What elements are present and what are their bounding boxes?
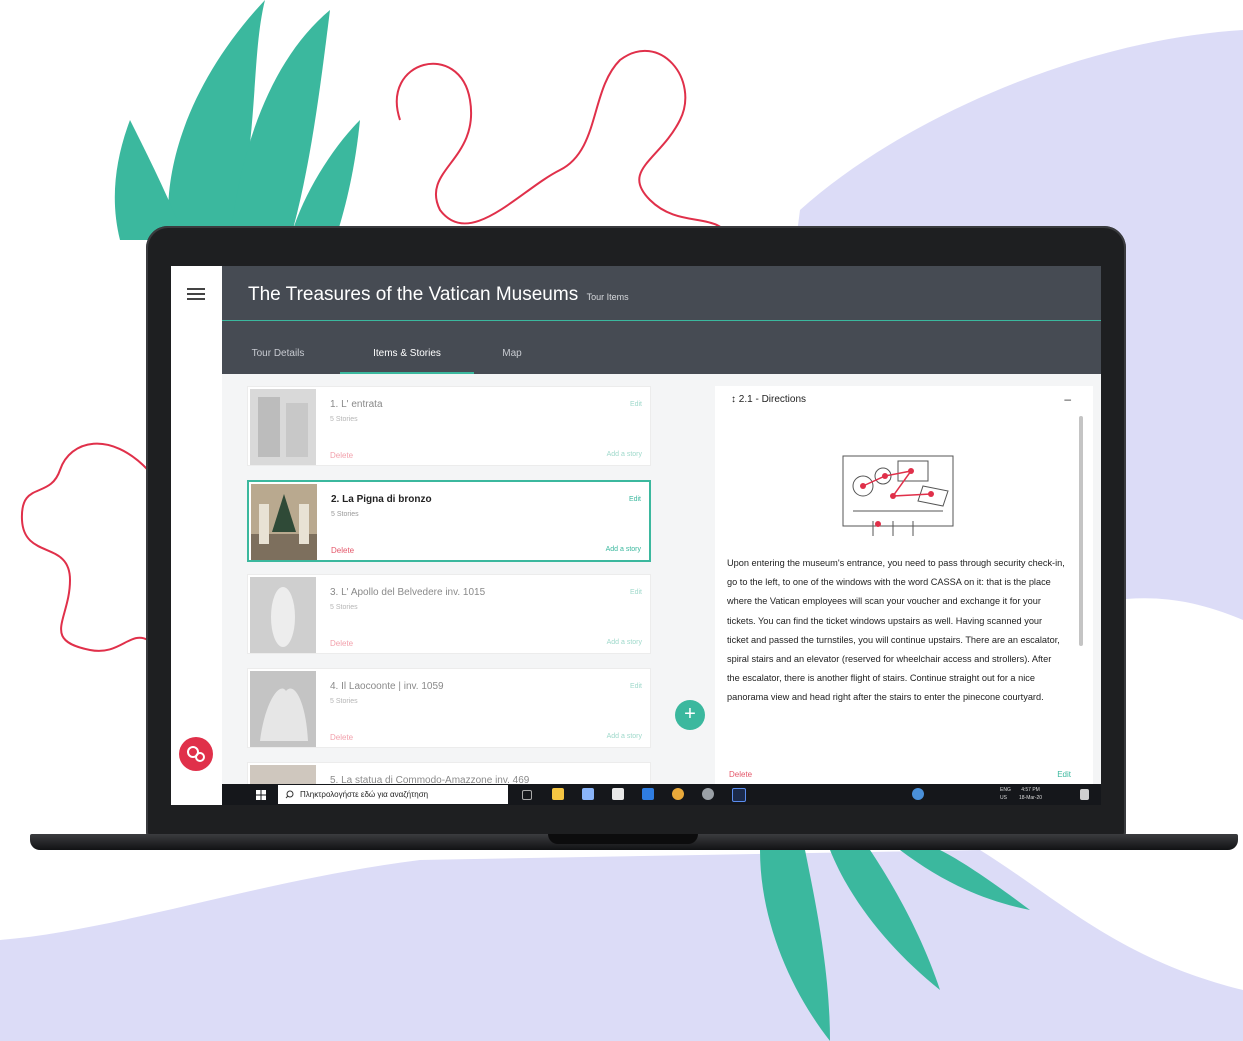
content-area: 1. L' entrata 5 Stories Delete Edit Add …: [222, 374, 1101, 784]
search-icon: [285, 790, 294, 799]
taskbar-search[interactable]: Πληκτρολογήστε εδώ για αναζήτηση: [278, 785, 508, 804]
app-header: The Treasures of the Vatican Museums Tou…: [222, 266, 1101, 374]
hamburger-icon[interactable]: [187, 288, 205, 300]
story-scrollbar[interactable]: [1079, 416, 1083, 646]
network-globe-icon[interactable]: [912, 788, 924, 800]
taskbar-search-placeholder: Πληκτρολογήστε εδώ για αναζήτηση: [300, 790, 429, 799]
add-story-button[interactable]: Add a story: [607, 733, 642, 740]
mail-icon[interactable]: [642, 788, 654, 800]
language-indicator[interactable]: ENG US: [1000, 786, 1011, 802]
tab-items-stories[interactable]: Items & Stories: [340, 336, 474, 374]
laptop-notch: [548, 834, 698, 844]
list-item[interactable]: 4. Il Laocoonte | inv. 1059 5 Stories De…: [247, 668, 651, 748]
list-item[interactable]: 1. L' entrata 5 Stories Delete Edit Add …: [247, 386, 651, 466]
list-item[interactable]: 3. L' Apollo del Belvedere inv. 1015 5 S…: [247, 574, 651, 654]
item-thumbnail: [250, 671, 316, 747]
item-title: 2. La Pigna di bronzo: [331, 494, 432, 505]
side-rail: [171, 266, 223, 784]
squiggle-top: [395, 49, 731, 241]
item-title: 4. Il Laocoonte | inv. 1059: [330, 681, 444, 692]
item-story-count: 5 Stories: [330, 416, 358, 423]
delete-item-button[interactable]: Delete: [331, 546, 354, 555]
item-thumbnail: [251, 484, 317, 560]
page-subtitle: Tour Items: [586, 292, 629, 302]
story-header: ↕ 2.1 - Directions: [731, 394, 806, 405]
taskbar-clock[interactable]: 4:57 PM 18-Mar-20: [1019, 786, 1042, 802]
windows-start-icon[interactable]: [256, 790, 266, 800]
lavender-blob-bottom: [0, 850, 1243, 1041]
tab-map[interactable]: Map: [484, 336, 540, 372]
item-thumbnail: [250, 389, 316, 465]
tab-bar: Tour Details Items & Stories Map: [222, 336, 1101, 374]
windows-taskbar: Πληκτρολογήστε εδώ για αναζήτηση ENG US …: [222, 784, 1101, 805]
edit-item-button[interactable]: Edit: [630, 683, 642, 690]
edit-item-button[interactable]: Edit: [630, 589, 642, 596]
story-title: 2.1 - Directions: [738, 394, 807, 405]
page-title: The Treasures of the Vatican Museums: [248, 284, 579, 305]
item-story-count: 5 Stories: [331, 511, 359, 518]
delete-story-button[interactable]: Delete: [729, 770, 752, 779]
directions-floorplan-image: [842, 455, 954, 536]
add-story-button[interactable]: Add a story: [607, 639, 642, 646]
item-story-count: 5 Stories: [330, 698, 358, 705]
add-story-button[interactable]: Add a story: [606, 546, 641, 553]
edit-story-button[interactable]: Edit: [1057, 770, 1071, 779]
store-icon[interactable]: [612, 788, 624, 800]
edit-item-button[interactable]: Edit: [629, 496, 641, 503]
squiggle-left: [20, 442, 149, 652]
app-icon[interactable]: [582, 788, 594, 800]
list-item[interactable]: 5. La statua di Commodo-Amazzone inv. 46…: [247, 762, 651, 784]
file-explorer-icon[interactable]: [552, 788, 564, 800]
item-thumbnail: [250, 765, 316, 784]
drag-vertical-icon[interactable]: ↕: [731, 394, 736, 405]
browser-icon[interactable]: [702, 788, 714, 800]
logo-icon: [187, 746, 205, 762]
add-item-button[interactable]: +: [675, 700, 705, 730]
story-panel: ↕ 2.1 - Directions – Upon entering the m…: [715, 386, 1093, 784]
delete-item-button[interactable]: Delete: [330, 451, 353, 460]
tab-tour-details[interactable]: Tour Details: [236, 336, 320, 372]
item-title: 1. L' entrata: [330, 399, 383, 410]
photoshop-icon[interactable]: [732, 788, 746, 802]
item-story-count: 5 Stories: [330, 604, 358, 611]
user-avatar[interactable]: [179, 737, 213, 771]
items-list: 1. L' entrata 5 Stories Delete Edit Add …: [247, 386, 655, 784]
chrome-icon[interactable]: [672, 788, 684, 800]
delete-item-button[interactable]: Delete: [330, 639, 353, 648]
notifications-icon[interactable]: [1080, 789, 1089, 800]
collapse-button[interactable]: –: [1064, 392, 1071, 406]
clock-date: 18-Mar-20: [1019, 795, 1043, 801]
page-title-row: The Treasures of the Vatican Museums Tou…: [248, 284, 629, 306]
add-story-button[interactable]: Add a story: [607, 451, 642, 458]
task-view-icon[interactable]: [522, 790, 532, 800]
clock-time: 4:57 PM: [1021, 787, 1040, 793]
delete-item-button[interactable]: Delete: [330, 733, 353, 742]
app-screen: The Treasures of the Vatican Museums Tou…: [171, 266, 1101, 805]
edit-item-button[interactable]: Edit: [630, 401, 642, 408]
list-item-selected[interactable]: 2. La Pigna di bronzo 5 Stories Delete E…: [247, 480, 651, 562]
item-thumbnail: [250, 577, 316, 653]
item-title: 5. La statua di Commodo-Amazzone inv. 46…: [330, 775, 530, 784]
item-title: 3. L' Apollo del Belvedere inv. 1015: [330, 587, 486, 598]
story-text: Upon entering the museum's entrance, you…: [727, 558, 1065, 703]
header-divider: [222, 320, 1101, 321]
